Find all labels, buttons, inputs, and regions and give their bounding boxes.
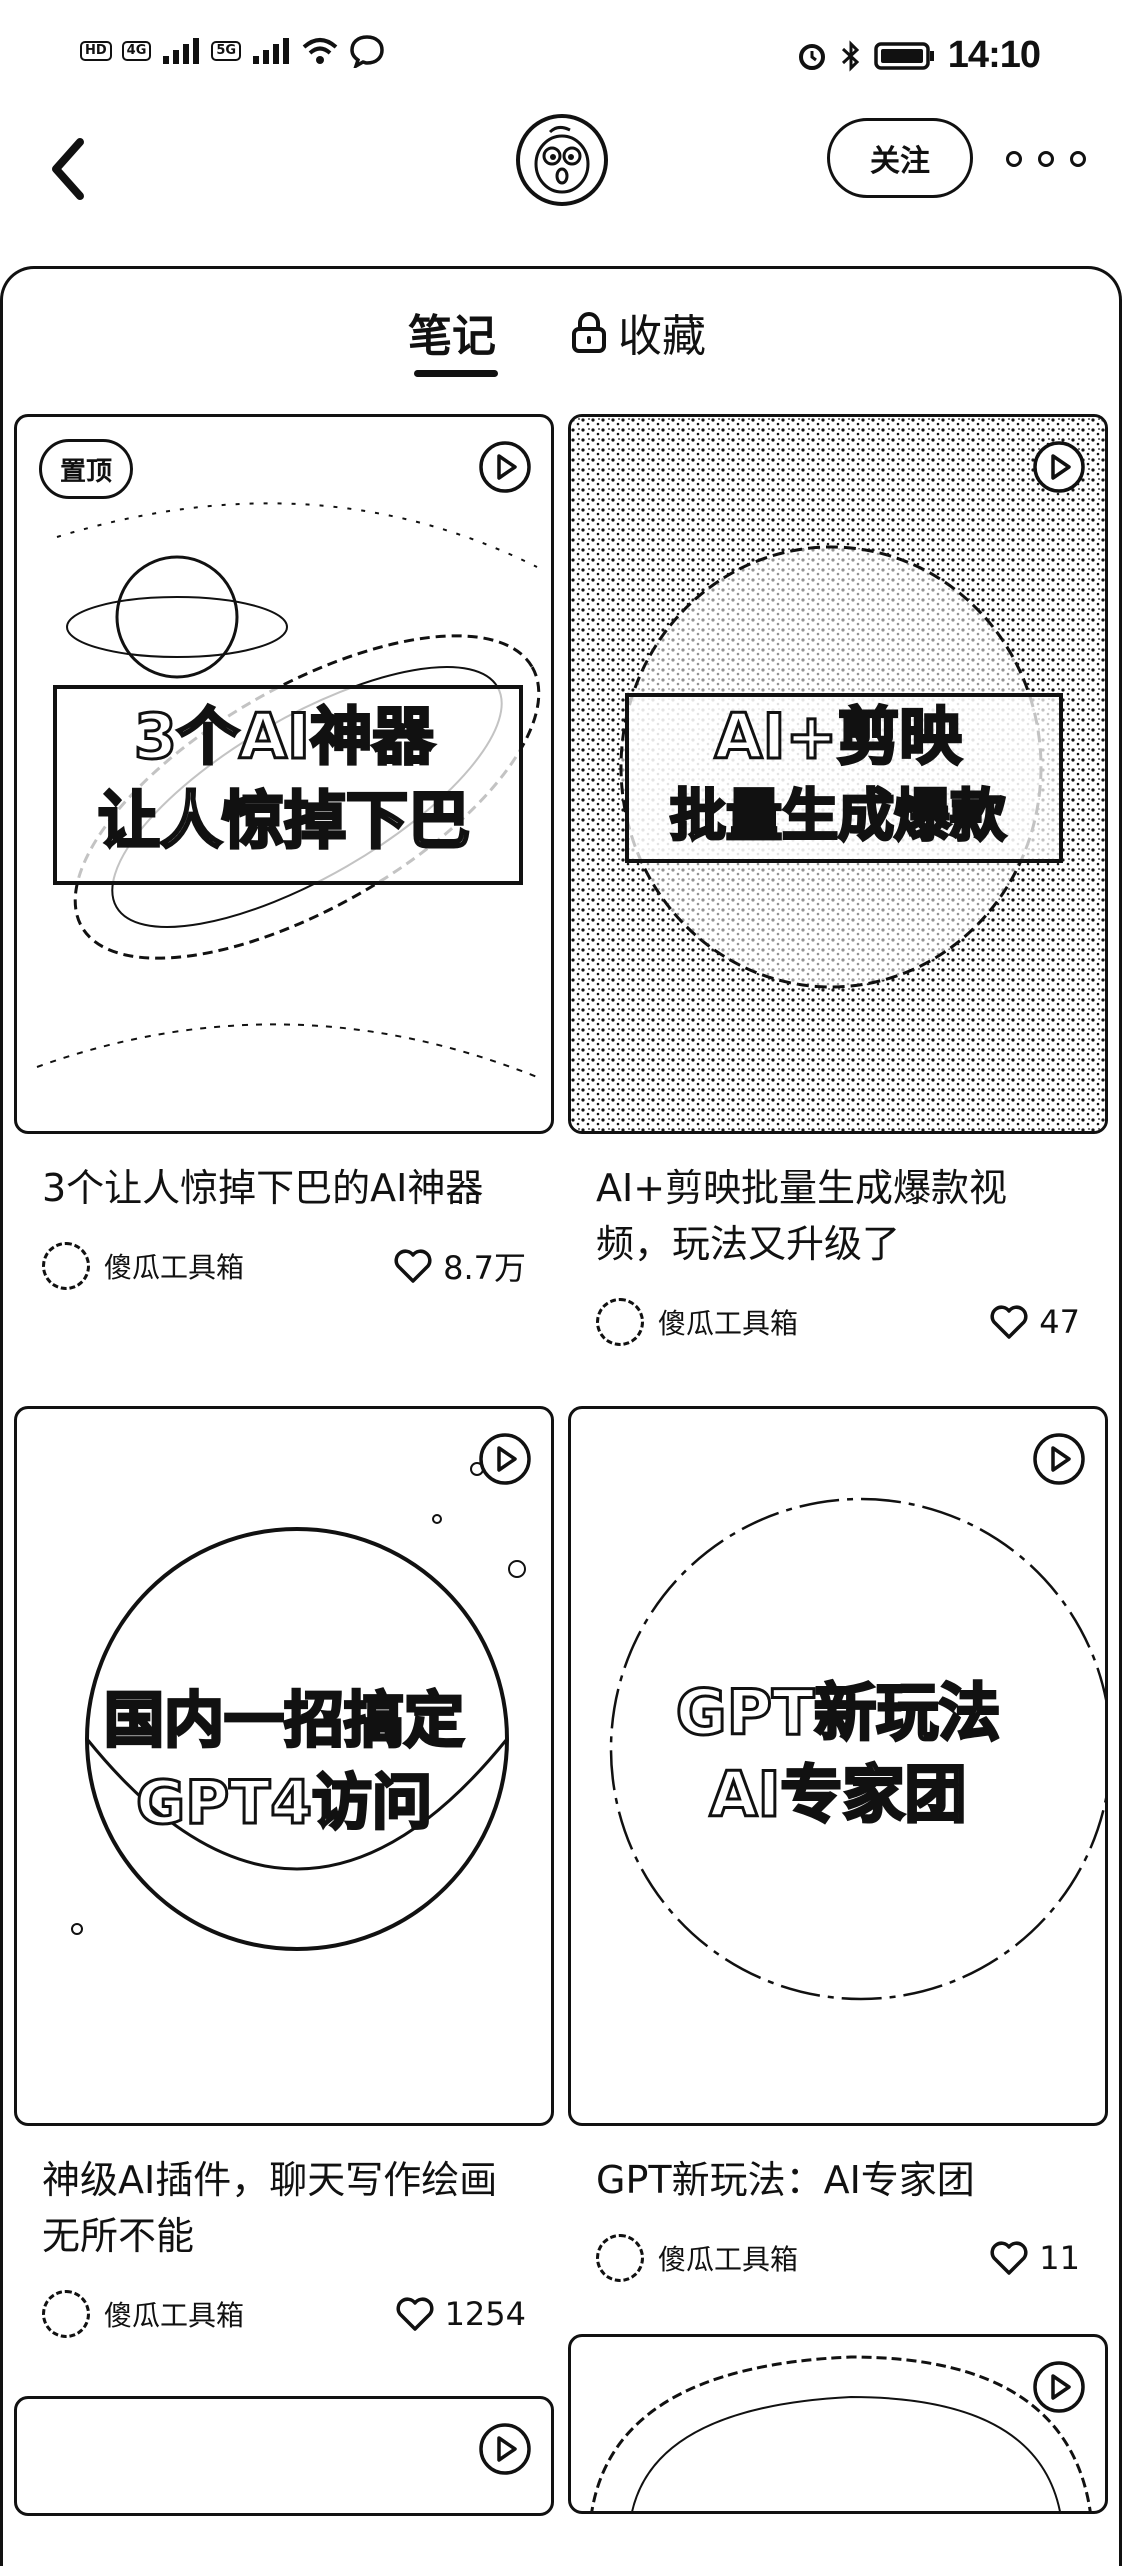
like-count: 47 bbox=[1039, 1303, 1080, 1341]
signal-icon bbox=[163, 38, 200, 64]
like-button[interactable]: 11 bbox=[989, 2239, 1080, 2277]
partial-cover-illustration bbox=[590, 2355, 1092, 2511]
4g-indicator: 4G bbox=[121, 41, 152, 61]
author-name: 傻瓜工具箱 bbox=[104, 2299, 245, 2332]
author-name: 傻瓜工具箱 bbox=[104, 1251, 245, 1284]
note-cover[interactable] bbox=[568, 2334, 1108, 2514]
note-cover[interactable]: GPT新玩法 AI专家团 bbox=[568, 1406, 1108, 2126]
bluetooth-icon bbox=[841, 39, 859, 72]
status-bar: HD 4G 5G 14:10 bbox=[0, 0, 1122, 110]
cover-title-line: AI+剪映 bbox=[713, 699, 963, 775]
cover-title-line: 让人惊掉下巴 bbox=[96, 783, 471, 859]
tab-favorites-label: 收藏 bbox=[618, 311, 706, 362]
heart-icon bbox=[394, 1249, 432, 1283]
5g-indicator: 5G bbox=[211, 41, 242, 61]
like-button[interactable]: 47 bbox=[989, 1303, 1080, 1341]
cover-title-line: GPT4访问 bbox=[135, 1767, 434, 1840]
author[interactable]: 傻瓜工具箱 bbox=[42, 1242, 244, 1290]
note-title[interactable]: AI+剪映批量生成爆款视频，玩法又升级了 bbox=[568, 1160, 1108, 1272]
note-cover[interactable]: 国内一招搞定 GPT4访问 bbox=[14, 1406, 554, 2126]
chat-bubble-icon bbox=[350, 35, 384, 68]
battery-icon bbox=[874, 41, 934, 70]
note-card[interactable]: AI+剪映 批量生成爆款 AI+剪映批量生成爆款视频，玩法又升级了 傻瓜工具箱 … bbox=[568, 414, 1108, 1346]
cover-title-line: 批量生成爆款 bbox=[669, 783, 1008, 851]
signal-icon bbox=[253, 38, 290, 64]
wifi-icon bbox=[302, 38, 338, 64]
note-meta: 傻瓜工具箱 47 bbox=[568, 1298, 1108, 1346]
alarm-icon bbox=[798, 43, 825, 70]
more-options-icon[interactable] bbox=[1006, 134, 1086, 184]
lock-icon bbox=[572, 312, 606, 353]
tab-bar: 笔记 收藏 bbox=[0, 300, 1122, 380]
avatar[interactable] bbox=[516, 114, 608, 206]
video-play-icon bbox=[1033, 441, 1085, 493]
cover-title-line: AI专家团 bbox=[708, 1757, 968, 1833]
note-title[interactable]: 3个让人惊掉下巴的AI神器 bbox=[14, 1160, 554, 1216]
heart-icon bbox=[396, 2297, 434, 2331]
note-card[interactable] bbox=[568, 2334, 1108, 2514]
like-count: 8.7万 bbox=[443, 1249, 526, 1287]
note-meta: 傻瓜工具箱 11 bbox=[568, 2234, 1108, 2282]
note-cover[interactable]: AI+剪映 批量生成爆款 bbox=[568, 414, 1108, 1134]
avatar-face-icon bbox=[534, 125, 590, 194]
tab-favorites[interactable]: 收藏 bbox=[570, 300, 706, 364]
note-cover[interactable] bbox=[14, 2396, 554, 2516]
author-avatar bbox=[596, 1298, 644, 1346]
active-tab-indicator bbox=[414, 370, 498, 377]
status-bar-left: HD 4G 5G bbox=[80, 34, 385, 68]
profile-header: 关注 bbox=[0, 110, 1122, 270]
author-avatar bbox=[42, 1242, 90, 1290]
pinned-badge: 置顶 bbox=[39, 439, 134, 499]
note-meta: 傻瓜工具箱 8.7万 bbox=[14, 1242, 554, 1290]
video-play-icon bbox=[1033, 1433, 1085, 1485]
like-count: 1254 bbox=[444, 2295, 526, 2333]
note-meta: 傻瓜工具箱 1254 bbox=[14, 2290, 554, 2338]
like-button[interactable]: 1254 bbox=[395, 2295, 526, 2333]
heart-icon bbox=[990, 2241, 1028, 2275]
author-name: 傻瓜工具箱 bbox=[658, 2243, 799, 2276]
video-play-icon bbox=[479, 2423, 531, 2475]
note-cover[interactable]: 置顶 3个AI神器 让人惊掉下巴 bbox=[14, 414, 554, 1134]
heart-icon bbox=[990, 1305, 1028, 1339]
cover-title-line: GPT新玩法 bbox=[674, 1675, 1002, 1751]
follow-button[interactable]: 关注 bbox=[827, 118, 973, 198]
author[interactable]: 傻瓜工具箱 bbox=[42, 2290, 244, 2338]
back-icon[interactable] bbox=[36, 124, 106, 214]
like-count: 11 bbox=[1039, 2239, 1080, 2277]
note-card[interactable] bbox=[14, 2396, 554, 2516]
cover-title-line: 国内一招搞定 bbox=[103, 1685, 466, 1758]
video-play-icon bbox=[1033, 2361, 1085, 2413]
like-button[interactable]: 8.7万 bbox=[393, 1243, 526, 1289]
cover-title-line: 3个AI神器 bbox=[132, 699, 435, 775]
note-title[interactable]: 神级AI插件，聊天写作绘画无所不能 bbox=[14, 2152, 554, 2264]
video-play-icon bbox=[479, 1433, 531, 1485]
author-name: 傻瓜工具箱 bbox=[658, 1307, 799, 1340]
tab-notes[interactable]: 笔记 bbox=[408, 300, 496, 364]
status-bar-right: 14:10 bbox=[796, 34, 1041, 77]
author-avatar bbox=[596, 2234, 644, 2282]
author[interactable]: 傻瓜工具箱 bbox=[596, 1298, 798, 1346]
note-card[interactable]: 国内一招搞定 GPT4访问 神级AI插件，聊天写作绘画无所不能 傻瓜工具箱 12… bbox=[14, 1406, 554, 2338]
note-title[interactable]: GPT新玩法：AI专家团 bbox=[568, 2152, 1108, 2208]
note-card[interactable]: 置顶 3个AI神器 让人惊掉下巴 3个让人惊掉下巴的AI神器 傻瓜工具箱 8.7… bbox=[14, 414, 554, 1290]
video-play-icon bbox=[479, 441, 531, 493]
clock: 14:10 bbox=[947, 34, 1041, 76]
author[interactable]: 傻瓜工具箱 bbox=[596, 2234, 798, 2282]
author-avatar bbox=[42, 2290, 90, 2338]
note-card[interactable]: GPT新玩法 AI专家团 GPT新玩法：AI专家团 傻瓜工具箱 11 bbox=[568, 1406, 1108, 2282]
hd-indicator: HD bbox=[80, 41, 112, 61]
